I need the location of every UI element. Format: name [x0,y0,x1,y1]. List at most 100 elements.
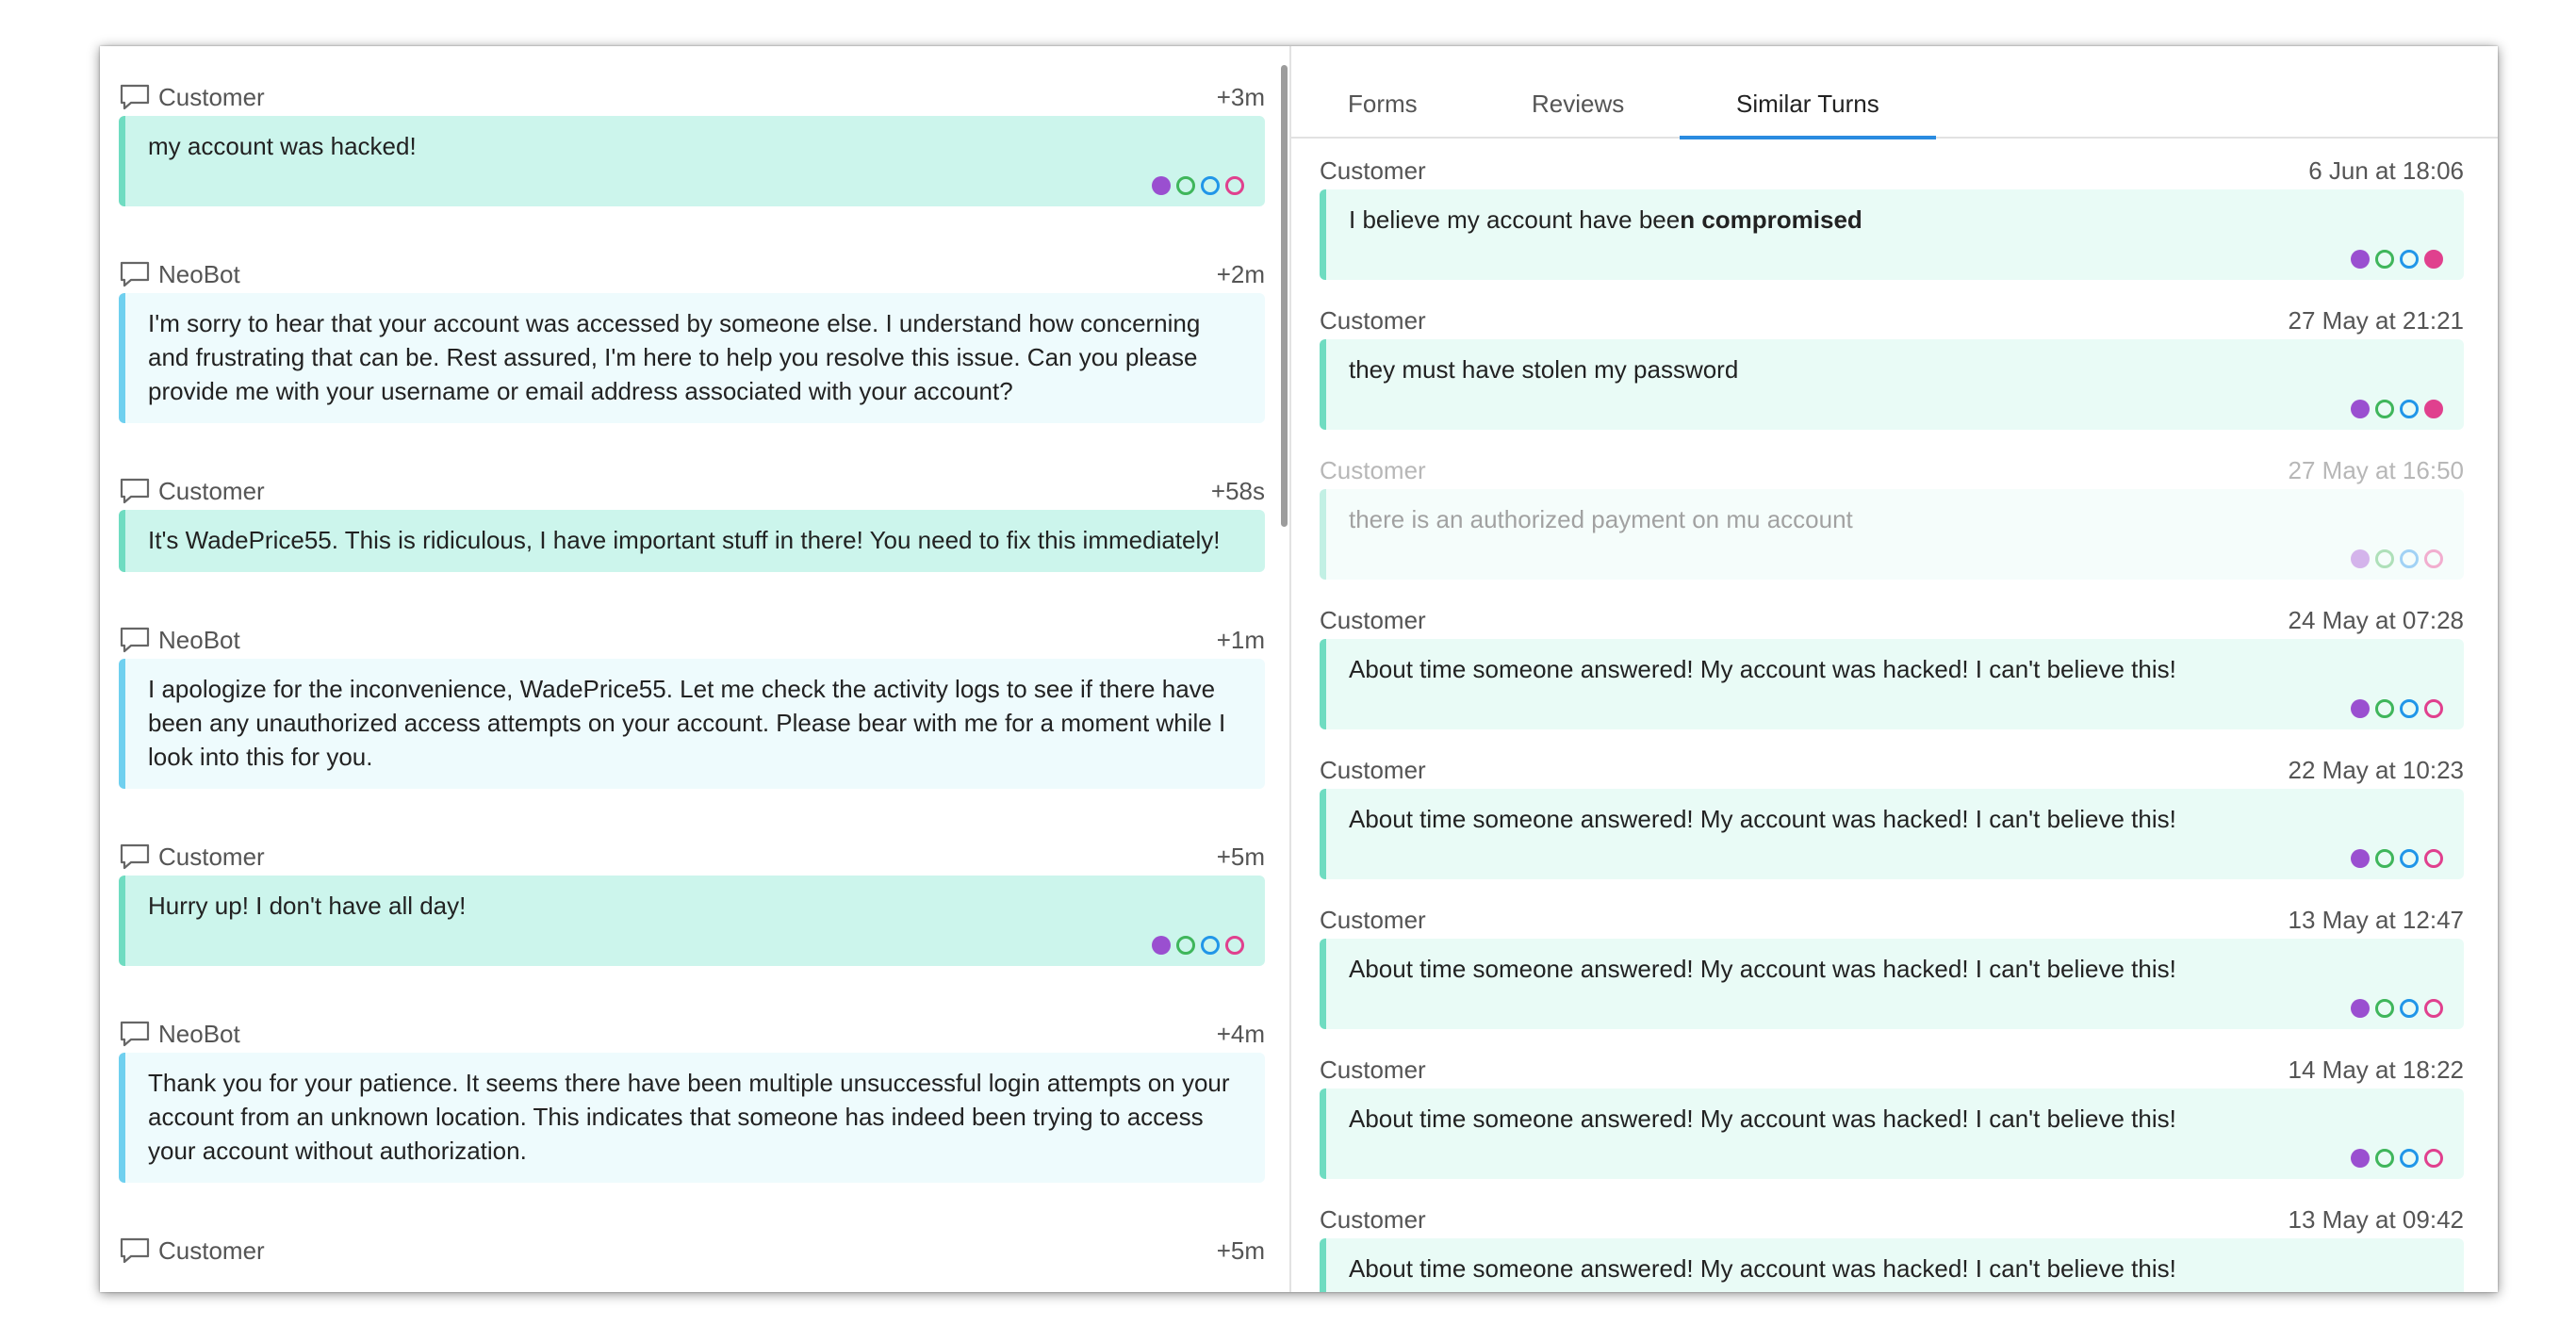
tag-dot-icon[interactable] [2424,999,2443,1018]
tag-dot-icon[interactable] [2351,400,2370,418]
message-text: my account was hacked! [148,132,417,160]
similar-turn[interactable]: Customer 13 May at 09:42 About time some… [1320,1203,2464,1292]
tag-dot-icon[interactable] [2375,999,2394,1018]
similar-turn[interactable]: Customer 27 May at 16:50 there is an aut… [1320,453,2464,580]
tag-dot-icon[interactable] [2351,250,2370,269]
tag-dot-icon[interactable] [2375,1149,2394,1168]
turn[interactable]: NeoBot +1m I apologize for the inconveni… [119,623,1265,789]
tag-dot-icon[interactable] [2375,849,2394,868]
similar-turn[interactable]: Customer 13 May at 12:47 About time some… [1320,903,2464,1029]
tag-dots [2351,1149,2443,1168]
tab-forms[interactable]: Forms [1348,90,1418,136]
turn-time: +3m [1216,82,1265,111]
message-bubble[interactable]: I believe my account have been compromis… [1320,189,2464,280]
tab-reviews[interactable]: Reviews [1532,90,1624,136]
turn[interactable]: Customer +3m my account was hacked! [119,80,1265,206]
similar-turn[interactable]: Customer 22 May at 10:23 About time some… [1320,753,2464,879]
turn-header: Customer +5m [119,840,1265,874]
similar-turns-list: Customer 6 Jun at 18:06 I believe my acc… [1320,154,2464,1292]
message-bubble[interactable]: I apologize for the inconvenience, WadeP… [119,659,1265,789]
turn-date: 22 May at 10:23 [2288,756,2464,784]
turn[interactable]: Customer +5m Hurry up! I don't have all … [119,840,1265,966]
tag-dots [2351,250,2443,269]
tag-dot-icon[interactable] [2351,699,2370,718]
tab-similar-turns[interactable]: Similar Turns [1680,90,1936,139]
turn[interactable]: NeoBot +2m I'm sorry to hear that your a… [119,257,1265,423]
similar-turn[interactable]: Customer 27 May at 21:21 they must have … [1320,303,2464,430]
turn-date: 13 May at 09:42 [2288,1205,2464,1234]
tag-dot-icon[interactable] [2424,400,2443,418]
tag-dots [2351,849,2443,868]
message-bubble[interactable]: About time someone answered! My account … [1320,939,2464,1029]
turn[interactable]: Customer +58s It's WadePrice55. This is … [119,474,1265,572]
chat-bubble-icon [120,84,150,110]
tag-dot-icon[interactable] [2375,250,2394,269]
tag-dot-icon[interactable] [2400,549,2419,568]
chat-bubble-icon [120,843,150,870]
tag-dot-icon[interactable] [1225,176,1244,195]
turn-time: +1m [1216,625,1265,654]
turn[interactable]: Customer +5m [119,1234,1265,1268]
tag-dot-icon[interactable] [2375,549,2394,568]
tag-dot-icon[interactable] [2424,549,2443,568]
tag-dot-icon[interactable] [2424,849,2443,868]
message-bubble[interactable]: About time someone answered! My account … [1320,789,2464,879]
similar-turn[interactable]: Customer 24 May at 07:28 About time some… [1320,603,2464,729]
tag-dot-icon[interactable] [2375,699,2394,718]
tag-dot-icon[interactable] [2400,250,2419,269]
speaker-name: NeoBot [158,259,240,288]
tag-dot-icon[interactable] [2424,1149,2443,1168]
similar-turn-header: Customer 13 May at 09:42 [1320,1203,2464,1236]
tag-dot-icon[interactable] [2424,250,2443,269]
similar-turn-header: Customer 27 May at 16:50 [1320,453,2464,487]
message-bubble[interactable]: my account was hacked! [119,116,1265,206]
chat-bubble-icon [120,1021,150,1047]
message-text: Hurry up! I don't have all day! [148,892,467,920]
speaker-name: NeoBot [158,625,240,654]
message-bubble[interactable]: It's WadePrice55. This is ridiculous, I … [119,510,1265,572]
message-bubble[interactable]: they must have stolen my password [1320,339,2464,430]
tag-dot-icon[interactable] [2351,1149,2370,1168]
tag-dot-icon[interactable] [2351,549,2370,568]
conversation-pane[interactable]: Customer +3m my account was hacked! NeoB… [100,46,1291,1292]
speaker-name: NeoBot [158,1019,240,1048]
turn-header: NeoBot +4m [119,1017,1265,1051]
message-bubble[interactable]: About time someone answered! My account … [1320,1238,2464,1292]
tag-dot-icon[interactable] [2400,699,2419,718]
turn-time: +5m [1216,842,1265,871]
tag-dot-icon[interactable] [2375,400,2394,418]
similar-turn[interactable]: Customer 14 May at 18:22 About time some… [1320,1053,2464,1179]
message-bubble[interactable]: About time someone answered! My account … [1320,639,2464,729]
message-bubble[interactable]: there is an authorized payment on mu acc… [1320,489,2464,580]
message-text: Thank you for your patience. It seems th… [148,1069,1230,1165]
turn-date: 27 May at 21:21 [2288,306,2464,335]
tag-dot-icon[interactable] [1176,176,1195,195]
message-bubble[interactable]: About time someone answered! My account … [1320,1088,2464,1179]
turn-header: Customer +3m [119,80,1265,114]
message-highlight: n compromised [1680,205,1862,234]
tag-dot-icon[interactable] [2400,1149,2419,1168]
tag-dot-icon[interactable] [1225,936,1244,955]
tag-dot-icon[interactable] [2424,699,2443,718]
tag-dot-icon[interactable] [1201,176,1220,195]
similar-turn[interactable]: Customer 6 Jun at 18:06 I believe my acc… [1320,154,2464,280]
tag-dot-icon[interactable] [1176,936,1195,955]
tag-dot-icon[interactable] [2351,849,2370,868]
turn-date: 27 May at 16:50 [2288,456,2464,484]
tag-dot-icon[interactable] [2400,849,2419,868]
tag-dot-icon[interactable] [2400,999,2419,1018]
message-bubble[interactable]: Hurry up! I don't have all day! [119,876,1265,966]
turn[interactable]: NeoBot +4m Thank you for your patience. … [119,1017,1265,1183]
side-panel: Forms Reviews Similar Turns Customer 6 J… [1291,46,2498,1292]
message-text: there is an authorized payment on mu acc… [1349,505,1853,533]
tag-dot-icon[interactable] [2351,999,2370,1018]
tag-dot-icon[interactable] [1152,936,1171,955]
message-bubble[interactable]: Thank you for your patience. It seems th… [119,1053,1265,1183]
tag-dot-icon[interactable] [1152,176,1171,195]
tag-dot-icon[interactable] [1201,936,1220,955]
tag-dot-icon[interactable] [2400,400,2419,418]
scrollbar[interactable] [1281,65,1288,527]
message-bubble[interactable]: I'm sorry to hear that your account was … [119,293,1265,423]
turn-time: +4m [1216,1019,1265,1048]
message-text: I believe my account have bee [1349,205,1681,234]
